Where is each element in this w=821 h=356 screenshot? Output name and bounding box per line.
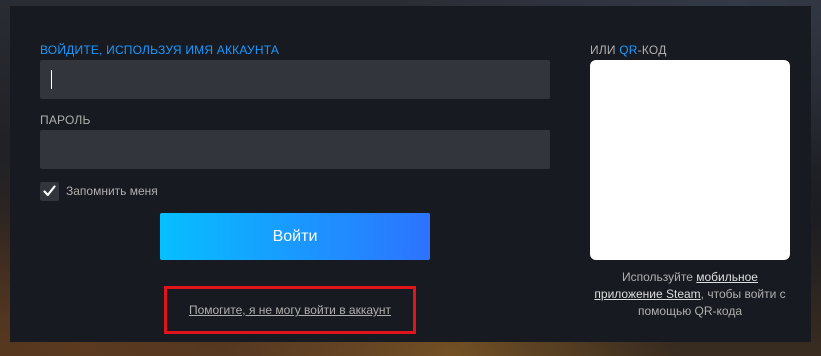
qr-code-label: ИЛИ QR-КОД	[590, 43, 667, 57]
qr-caption-before: Используйте	[622, 270, 697, 284]
qr-label-accent: QR	[619, 43, 638, 57]
account-login-section: ВОЙДИТЕ, ИСПОЛЬЗУЯ ИМЯ АККАУНТА ПАРОЛЬ З…	[40, 6, 550, 342]
checkmark-icon	[43, 185, 56, 197]
password-input[interactable]	[40, 130, 550, 169]
qr-label-suffix: -КОД	[637, 43, 667, 57]
remember-me-checkbox[interactable]	[40, 181, 59, 201]
account-name-label: ВОЙДИТЕ, ИСПОЛЬЗУЯ ИМЯ АККАУНТА	[40, 43, 280, 57]
remember-me-label: Запомнить меня	[66, 184, 158, 198]
sign-in-button[interactable]: Войти	[160, 213, 430, 260]
remember-me-toggle[interactable]: Запомнить меня	[40, 181, 158, 201]
account-name-input[interactable]	[40, 60, 550, 99]
qr-code-area	[590, 60, 790, 260]
text-cursor	[51, 70, 52, 89]
qr-instructions: Используйте мобильное приложение Steam, …	[590, 269, 790, 320]
help-link-highlight: Помогите, я не могу войти в аккаунт	[164, 286, 416, 334]
qr-label-prefix: ИЛИ	[590, 43, 620, 57]
login-panel: ВОЙДИТЕ, ИСПОЛЬЗУЯ ИМЯ АККАУНТА ПАРОЛЬ З…	[10, 6, 811, 342]
qr-login-section: ИЛИ QR-КОД Используйте мобильное приложе…	[590, 6, 790, 342]
cant-sign-in-link[interactable]: Помогите, я не могу войти в аккаунт	[167, 289, 413, 332]
password-label: ПАРОЛЬ	[40, 113, 91, 127]
